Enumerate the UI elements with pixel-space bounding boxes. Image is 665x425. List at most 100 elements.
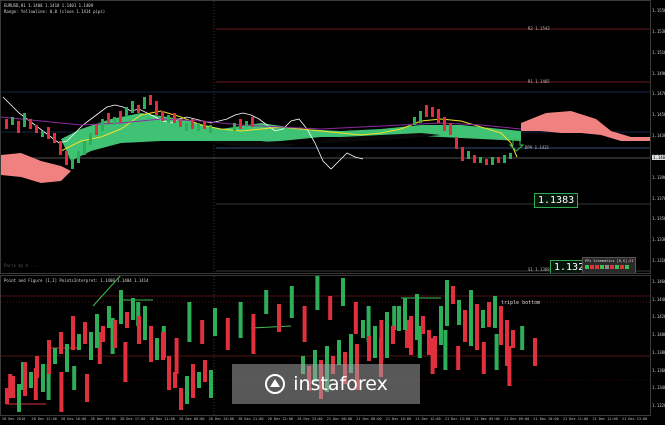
time-label: 28 Dec 08:00 <box>179 417 205 421</box>
pf-column <box>493 296 497 328</box>
pf-column <box>200 320 205 344</box>
time-axis[interactable]: 28 Dec 2018 28 Dec 12:00 28 Dec 16:00 28 De… <box>0 416 665 425</box>
main-price-axis-label: 1.1390 <box>652 174 665 180</box>
pf-column <box>238 302 243 338</box>
pf-column <box>456 346 461 370</box>
pf-price-axis-label: 1.1360 <box>652 367 665 373</box>
pf-column <box>373 326 377 358</box>
time-label: 28 Dec 2018 <box>2 417 26 421</box>
triple-bottom-label: triple bottom <box>501 300 541 306</box>
pf-column <box>143 306 147 340</box>
pf-column <box>209 370 213 398</box>
time-label: 21 Dec 13:00 <box>444 417 471 421</box>
pf-column <box>445 280 449 326</box>
main-price-axis-label: 1.1530 <box>652 28 665 34</box>
pf-column <box>457 300 461 325</box>
main-price-axis-label: 1.1490 <box>652 70 665 76</box>
pf-column <box>59 372 64 412</box>
pf-price-axis-label: 1.1320 <box>652 403 665 408</box>
pf-column <box>353 302 358 334</box>
pivot-cell <box>590 265 594 269</box>
pf-column <box>451 286 455 304</box>
pf-column <box>487 302 491 327</box>
pf-column <box>179 388 183 410</box>
pf-column <box>520 326 525 350</box>
main-price-axis-label: 1.1350 <box>652 216 665 222</box>
pf-column <box>328 296 333 320</box>
pf-column <box>481 310 485 328</box>
time-label: 28 Dec 20:00 <box>208 417 234 421</box>
time-label: 28 Dec 19:00 <box>90 417 116 421</box>
pf-column <box>71 316 75 350</box>
pf-column <box>289 286 294 318</box>
pivot-schematic-header: PPz Schematics [R,S],S1 <box>585 259 634 263</box>
main-chart-svg <box>1 1 650 273</box>
pf-column <box>264 290 269 314</box>
time-label: 21 Dec 00:00 <box>326 417 353 421</box>
main-price-axis-label: 1.1430 <box>652 133 665 138</box>
time-label: 28 Dec 17:00 <box>120 417 146 421</box>
pf-column <box>161 332 165 360</box>
pivot-cell <box>600 265 604 269</box>
main-price-axis-label: 1.1550 <box>652 8 665 13</box>
pf-column <box>463 310 467 342</box>
pivot-cell <box>585 265 589 269</box>
time-label: 21 Dec 08:00 <box>356 417 382 421</box>
pivot-cell <box>615 265 619 269</box>
pf-column <box>89 332 93 360</box>
pf-column <box>197 372 201 388</box>
down-arrow-icon <box>508 138 525 152</box>
pivot-schematic-widget[interactable]: PPz Schematics [R,S],S1 × <box>582 257 636 273</box>
price-box-mid: 1.1383 <box>534 193 579 208</box>
time-label: 21 Dec 16:00 <box>385 417 412 421</box>
time-label: 28 Dec 23:00 <box>297 417 323 421</box>
main-chart-panel[interactable]: EURUSD,H1 1.1408 1.1418 1.1401 1.1409 Ra… <box>0 0 651 274</box>
main-price-axis-label: 1.1470 <box>652 91 665 97</box>
pf-column <box>337 340 341 365</box>
ichimoku-cloud-bear-left <box>1 153 71 183</box>
pf-column <box>113 320 117 348</box>
pf-column <box>72 366 77 390</box>
pf-column <box>35 356 39 378</box>
pf-column <box>475 304 479 350</box>
watermark-text: instaforex <box>293 373 388 395</box>
time-label: 28 Dec 21:00 <box>149 417 175 421</box>
pf-price-axis-label: 1.1380 <box>652 349 665 355</box>
pf-column <box>17 384 21 412</box>
pf-price-axis[interactable]: 1.1460 1.1440 1.1420 1.1400 1.1380 1.1360 1.13… <box>651 275 665 416</box>
pf-column <box>191 364 195 398</box>
main-price-axis-label: 1.1450 <box>652 112 665 118</box>
pf-column <box>149 326 153 342</box>
time-label: 21 Dec 10:00 <box>533 417 559 421</box>
pf-price-axis-label: 1.1340 <box>652 385 665 391</box>
close-icon[interactable]: × <box>632 258 634 262</box>
pf-title: Point and Figure [I,I] PointsInterpret: … <box>4 278 149 283</box>
pf-column <box>23 362 27 396</box>
r1-label: R1 1.1465 <box>528 79 550 84</box>
pf-column <box>341 278 345 306</box>
pf-column <box>397 306 401 331</box>
pf-column <box>119 290 123 324</box>
pf-column <box>251 314 256 354</box>
pivot-schematic-cells <box>585 265 629 269</box>
pf-column <box>469 290 473 329</box>
pf-column <box>213 308 217 336</box>
pivot-cell <box>605 265 609 269</box>
time-label: 28 Dec 12:00 <box>31 417 57 421</box>
time-label: 21 Dec 09:00 <box>503 417 530 421</box>
pf-column <box>494 334 499 370</box>
pf-column <box>421 316 425 334</box>
pivot-cell <box>625 265 629 269</box>
instaforex-watermark: instaforex <box>232 364 420 404</box>
pf-column <box>403 298 407 330</box>
main-price-axis-label: 1.1510 <box>652 49 665 55</box>
pf-column <box>277 304 281 332</box>
pf-column <box>85 374 89 402</box>
pf-column <box>185 376 189 404</box>
main-price-axis[interactable]: 1.1550 1.1530 1.1510 1.1490 1.1470 1.1450 1.14… <box>651 0 665 274</box>
pf-price-axis-label: 1.1420 <box>652 314 665 320</box>
main-price-axis-label: 1.1310 <box>652 258 665 263</box>
pf-column <box>101 326 105 342</box>
pf-column <box>439 306 443 345</box>
current-price-tag: 1.1407 <box>652 155 665 160</box>
